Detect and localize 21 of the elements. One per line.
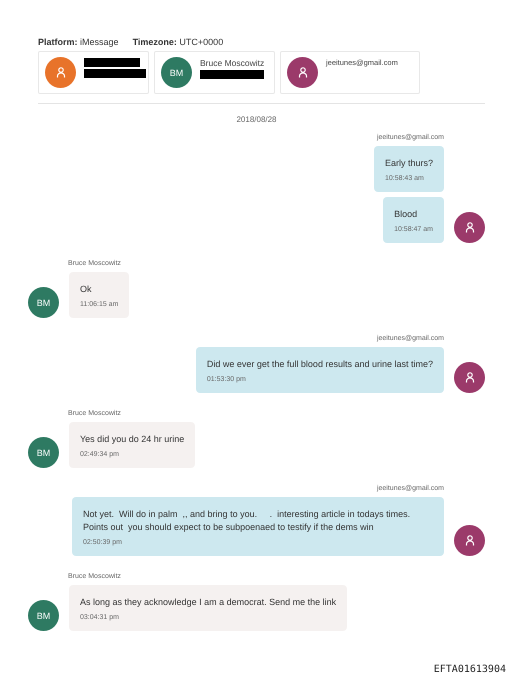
timezone-info: Timezone: UTC+0000 [132, 37, 224, 47]
date-label: 2018/08/28 [235, 115, 278, 124]
message-text: As long as they acknowledge I am a democrat. Send me the link [80, 596, 336, 610]
avatar-initials: BM [36, 298, 50, 308]
platform-info: Platform: iMessage [38, 37, 119, 47]
person-icon [298, 67, 308, 78]
avatar-initials: BM [170, 68, 184, 78]
message-text: Not yet. Will do in palm ,, and bring to you. . interesting article in todays times. Points out you should expect to be subpoenaed to testify if the dems win [83, 508, 412, 534]
person-icon [464, 535, 474, 546]
document-id: EFTA01613904 [434, 664, 506, 675]
message-text: Ok [80, 283, 93, 296]
message-text: Blood [394, 208, 418, 222]
participant-name: Bruce Moscowitz [200, 58, 264, 68]
person-icon [56, 67, 66, 78]
message-text: Early thurs? [384, 157, 433, 170]
person-icon [464, 372, 474, 384]
message-text: Yes did you do 24 hr urine [80, 433, 184, 446]
person-icon [464, 222, 474, 234]
avatar-initials: BM [36, 610, 50, 621]
message-text: Did we ever get the full blood results and urine last time? [206, 358, 433, 372]
avatar-initials: BM [36, 448, 50, 458]
